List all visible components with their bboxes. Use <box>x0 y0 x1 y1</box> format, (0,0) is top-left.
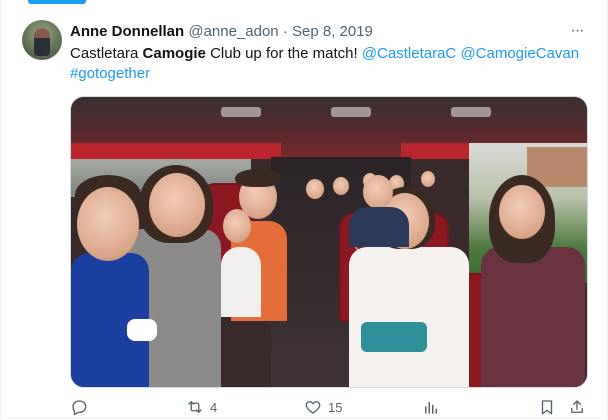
post-date[interactable]: Sep 8, 2019 <box>292 23 373 40</box>
person-head <box>499 185 545 239</box>
reply-icon <box>70 398 88 416</box>
person-head <box>306 179 324 199</box>
avatar[interactable] <box>22 20 62 60</box>
hashtag-gotogether[interactable]: #gotogether <box>70 65 150 82</box>
person-head <box>149 173 205 237</box>
views-button[interactable] <box>422 396 440 418</box>
retweet-button[interactable]: 4 <box>186 396 217 418</box>
author-name[interactable]: Anne Donnellan <box>70 23 184 40</box>
person-body <box>221 247 261 317</box>
reply-button[interactable] <box>70 396 88 418</box>
heart-icon <box>304 398 322 416</box>
ceiling-light <box>451 107 491 117</box>
arm-cast <box>127 319 157 341</box>
more-icon: ··· <box>570 22 585 39</box>
person-body <box>349 207 409 247</box>
tweet-text-bold: Camogie <box>142 45 206 62</box>
tweet-header: Anne Donnellan @anne_adon · Sep 8, 2019 <box>70 22 373 42</box>
retweet-count: 4 <box>210 399 218 415</box>
active-indicator <box>28 0 86 4</box>
share-button[interactable] <box>568 396 586 418</box>
mention-castletarac[interactable]: @CastletaraC <box>362 45 456 62</box>
person-head <box>333 177 349 195</box>
person-body <box>349 247 469 387</box>
person-head <box>77 187 139 261</box>
bookmark-button[interactable] <box>538 396 556 418</box>
tweet-text-part: Castletara <box>70 45 143 62</box>
like-count: 15 <box>328 399 343 415</box>
person-head <box>223 209 251 243</box>
dot-separator: · <box>282 23 288 40</box>
ceiling-light <box>331 107 371 117</box>
author-handle[interactable]: @anne_adon <box>188 23 278 40</box>
tweet-actions: 4 15 <box>70 396 588 420</box>
tweet-text: Castletara Camogie Club up for the match… <box>70 44 590 84</box>
person-body <box>481 247 585 387</box>
tweet-photo[interactable] <box>70 96 588 388</box>
person-hair <box>235 169 281 187</box>
share-icon <box>568 398 586 416</box>
person-head <box>421 171 435 187</box>
tweet-text-part: Club up for the match! <box>205 45 362 62</box>
avatar-figure <box>34 28 50 56</box>
person-scarf <box>361 322 427 352</box>
person-head <box>363 175 393 209</box>
mention-camogiecavan[interactable]: @CamogieCavan <box>460 45 579 62</box>
like-button[interactable]: 15 <box>304 396 342 418</box>
retweet-icon <box>186 398 204 416</box>
luggage-rack-left <box>71 143 281 159</box>
ceiling-light <box>221 107 261 117</box>
views-icon <box>422 398 440 416</box>
more-options-button[interactable]: ··· <box>566 20 588 42</box>
bookmark-icon <box>538 398 556 416</box>
